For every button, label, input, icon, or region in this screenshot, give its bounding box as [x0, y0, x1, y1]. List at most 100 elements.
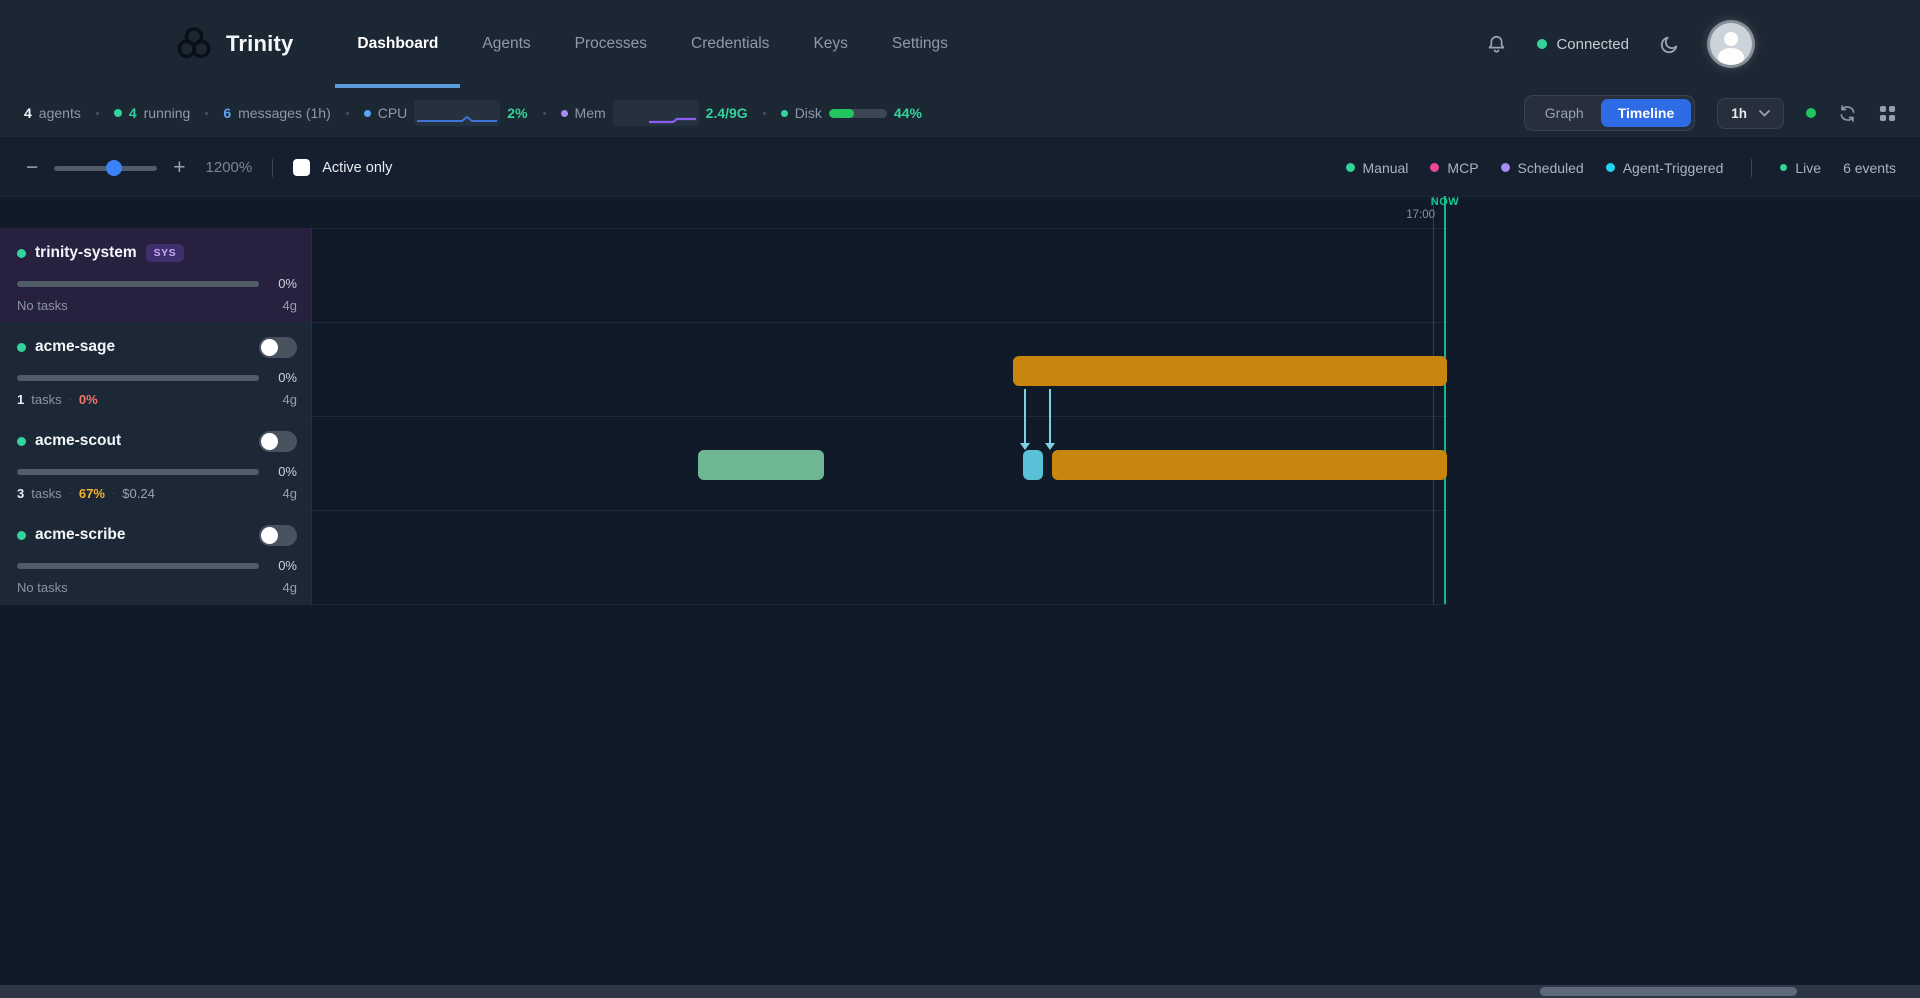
- agent-title-line: trinity-systemSYS: [17, 241, 297, 265]
- system-stats: 4 agents 4 running 6 messages (1h) CPU: [24, 100, 922, 126]
- time-range-value: 1h: [1731, 106, 1747, 121]
- zoom-level: 1200%: [206, 159, 253, 176]
- theme-moon-icon[interactable]: [1659, 34, 1680, 55]
- agent-name: acme-scribe: [35, 526, 125, 544]
- task-stat: 67%: [79, 486, 105, 501]
- agent-title-line: acme-scribe: [17, 523, 297, 547]
- divider: [272, 159, 273, 177]
- notifications-bell-icon[interactable]: [1486, 34, 1507, 55]
- main-nav: DashboardAgentsProcessesCredentialsKeysS…: [335, 0, 970, 88]
- agent-toggle[interactable]: [259, 431, 297, 452]
- legend-dot: [1501, 163, 1510, 172]
- dependency-arrow: [1049, 389, 1051, 444]
- agent-row-trinity-system[interactable]: trinity-systemSYS 0% No tasks 4g: [0, 228, 311, 322]
- view-controls: Graph Timeline 1h: [1524, 95, 1896, 131]
- nav-tab-settings[interactable]: Settings: [870, 0, 970, 88]
- zoom-controls: − + 1200% Active only: [24, 157, 392, 178]
- nav-tab-keys[interactable]: Keys: [791, 0, 869, 88]
- task-bar-acme-scout-1[interactable]: [1023, 450, 1043, 480]
- cpu-value: 2%: [507, 105, 527, 121]
- dependency-arrow: [1024, 389, 1026, 444]
- agent-name: acme-sage: [35, 338, 115, 356]
- legend-item-mcp: MCP: [1430, 160, 1478, 176]
- task-bar-acme-scout-0[interactable]: [698, 450, 824, 480]
- agent-toggle[interactable]: [259, 525, 297, 546]
- brand: Trinity: [176, 0, 293, 88]
- zoom-slider-thumb[interactable]: [106, 160, 122, 176]
- agent-cpu-percent: 0%: [271, 276, 297, 291]
- task-bar-acme-scout-2[interactable]: [1052, 450, 1447, 480]
- toggle-knob: [261, 527, 278, 544]
- top-right-cluster: Connected: [1486, 0, 1920, 88]
- legend-label: Agent-Triggered: [1623, 160, 1724, 176]
- task-stat: No tasks: [17, 580, 68, 595]
- mem-dot: [561, 110, 568, 117]
- now-marker-line: [1444, 196, 1446, 604]
- trinity-logo-icon: [176, 26, 212, 62]
- nav-tab-processes[interactable]: Processes: [553, 0, 669, 88]
- disk-label: Disk: [795, 105, 822, 121]
- task-stat: 3: [17, 486, 24, 501]
- nav-tab-dashboard[interactable]: Dashboard: [335, 0, 460, 88]
- agent-cpu-percent: 0%: [271, 464, 297, 479]
- horizontal-scrollbar[interactable]: [0, 985, 1920, 998]
- separator-dot: [543, 112, 546, 115]
- scrollbar-thumb[interactable]: [1540, 987, 1797, 996]
- disk-stat: Disk 44%: [781, 105, 922, 121]
- cpu-stat: CPU 2%: [364, 100, 528, 126]
- app-title: Trinity: [226, 31, 293, 57]
- agent-row-acme-scout[interactable]: acme-scout0%3tasks·67%·$0.244g: [0, 416, 311, 510]
- legend-items: ManualMCPScheduledAgent-Triggered: [1346, 160, 1724, 176]
- agent-tasks-line: 1tasks·0%4g: [17, 392, 297, 407]
- disk-value: 44%: [894, 105, 922, 121]
- legend-item-scheduled: Scheduled: [1501, 160, 1584, 176]
- nav-tab-agents[interactable]: Agents: [460, 0, 552, 88]
- active-only-checkbox[interactable]: [293, 159, 310, 176]
- row-separator: [0, 604, 1447, 605]
- sys-badge: SYS: [146, 244, 185, 262]
- top-nav-bar: Trinity DashboardAgentsProcessesCredenti…: [0, 0, 1920, 88]
- running-count-label: running: [144, 105, 191, 121]
- connected-dot: [1537, 39, 1547, 49]
- agent-row-acme-scribe[interactable]: acme-scribe0%No tasks4g: [0, 510, 311, 604]
- separator-dot: [763, 112, 766, 115]
- grid-apps-icon[interactable]: [1879, 105, 1896, 122]
- live-indicator: Live: [1780, 160, 1821, 176]
- disk-dot: [781, 110, 788, 117]
- refresh-icon[interactable]: [1838, 104, 1857, 123]
- task-stat: No tasks: [17, 298, 68, 313]
- separator-dot: [205, 112, 208, 115]
- agent-cpu-line: 0%: [17, 276, 297, 291]
- task-stat: ·: [112, 488, 115, 499]
- zoom-in-button[interactable]: +: [171, 157, 187, 178]
- chevron-down-icon: [1759, 110, 1770, 117]
- agent-status-dot: [17, 343, 26, 352]
- agent-cpu-line: 0%: [17, 558, 297, 573]
- agent-row-acme-sage[interactable]: acme-sage 0% 1tasks·0%4g: [0, 322, 311, 416]
- mem-value: 2.4/9G: [706, 105, 748, 121]
- agent-cpu-line: 0%: [17, 370, 297, 385]
- time-range-select[interactable]: 1h: [1717, 98, 1784, 129]
- agent-memory: 4g: [283, 486, 297, 501]
- legend-label: Scheduled: [1518, 160, 1584, 176]
- zoom-slider[interactable]: [54, 160, 157, 176]
- task-stat: tasks: [31, 392, 61, 407]
- graph-view-button[interactable]: Graph: [1528, 99, 1601, 127]
- agent-toggle[interactable]: [259, 337, 297, 358]
- agent-memory: 4g: [283, 298, 297, 313]
- user-avatar[interactable]: [1710, 23, 1752, 65]
- task-bar-acme-sage-0[interactable]: [1013, 356, 1447, 386]
- mem-sparkline: [613, 100, 699, 126]
- agent-cpu-bar: [17, 281, 259, 287]
- mem-stat: Mem 2.4/9G: [561, 100, 748, 126]
- now-marker-label: NOW: [1431, 196, 1459, 208]
- time-tick-label: 17:00: [1406, 209, 1435, 221]
- timeline-view-button[interactable]: Timeline: [1601, 99, 1692, 127]
- zoom-out-button[interactable]: −: [24, 157, 40, 178]
- agent-tasks-line: 3tasks·67%·$0.244g: [17, 486, 297, 501]
- events-count: 6 events: [1843, 160, 1896, 176]
- nav-tab-credentials[interactable]: Credentials: [669, 0, 791, 88]
- connection-status: Connected: [1537, 36, 1629, 53]
- task-stat: ·: [69, 488, 72, 499]
- toggle-knob: [261, 339, 278, 356]
